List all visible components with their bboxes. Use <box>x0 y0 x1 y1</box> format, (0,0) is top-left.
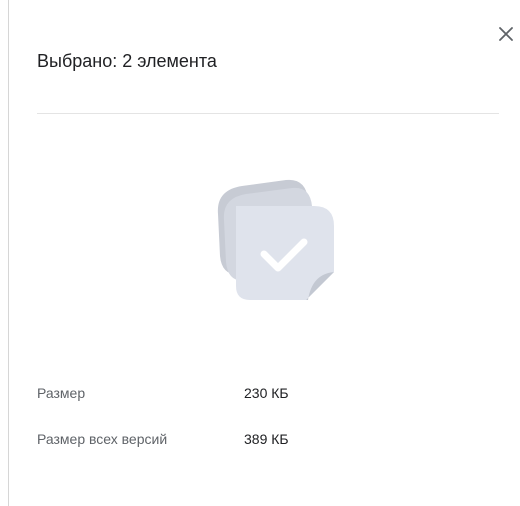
close-icon <box>499 27 513 41</box>
close-button[interactable] <box>494 22 518 46</box>
multi-selection-check-icon <box>217 179 334 300</box>
size-value: 230 КБ <box>244 385 289 401</box>
panel-title: Выбрано: 2 элемента <box>37 51 217 71</box>
multi-selection-illustration <box>196 176 346 326</box>
all-versions-size-label: Размер всех версий <box>37 431 168 447</box>
size-label: Размер <box>37 385 86 401</box>
all-versions-size-value: 389 КБ <box>244 431 289 447</box>
header-divider <box>37 113 499 114</box>
panel-left-border <box>8 0 9 506</box>
details-panel: Выбрано: 2 элемента Размер 230 КБ Размер… <box>0 0 520 506</box>
